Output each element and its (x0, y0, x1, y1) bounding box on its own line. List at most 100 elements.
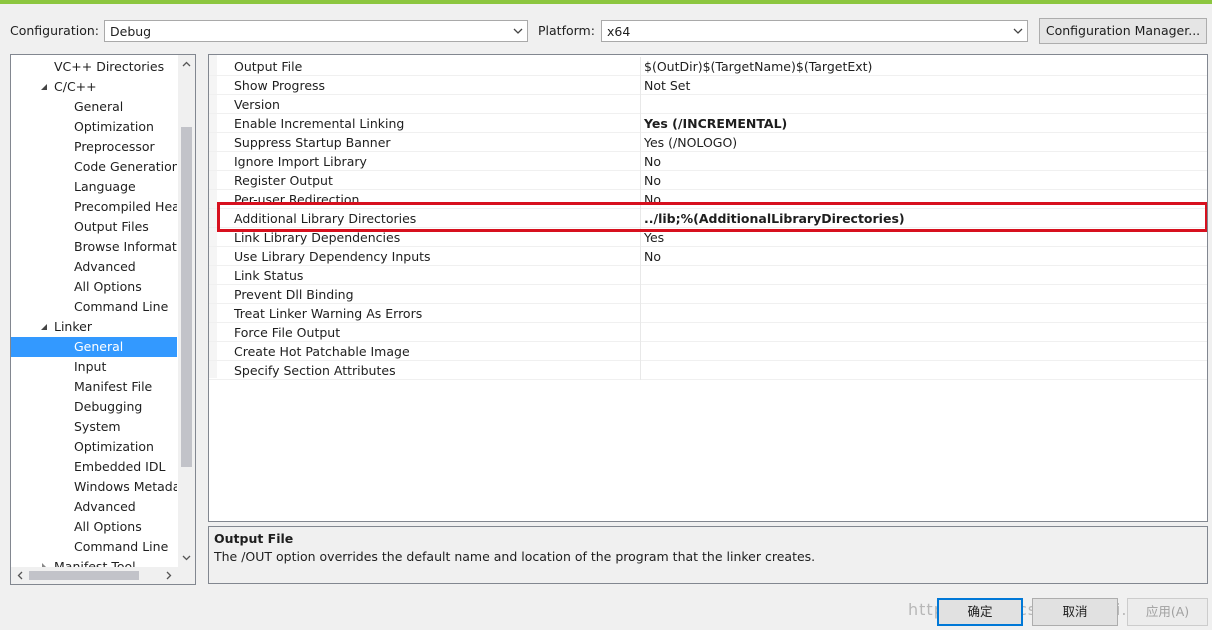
tree-item-label: Manifest File (74, 379, 153, 394)
property-value[interactable]: No (644, 247, 661, 266)
tree-item[interactable]: Code Generation (11, 157, 177, 177)
expanded-triangle-icon[interactable] (39, 82, 49, 92)
scroll-left-icon[interactable] (15, 570, 26, 581)
property-name: Prevent Dll Binding (234, 287, 354, 302)
cancel-button[interactable]: 取消 (1032, 598, 1118, 626)
platform-value: x64 (607, 24, 631, 39)
property-row[interactable]: Create Hot Patchable Image (209, 342, 1207, 361)
tree-item-label: Advanced (74, 259, 136, 274)
tree-item[interactable]: All Options (11, 517, 177, 537)
column-divider (640, 152, 641, 171)
scroll-thumb[interactable] (29, 571, 139, 580)
property-row[interactable]: Ignore Import Library No (209, 152, 1207, 171)
property-row[interactable]: Use Library Dependency Inputs No (209, 247, 1207, 266)
tree-item[interactable]: General (11, 337, 177, 357)
property-row[interactable]: Show Progress Not Set (209, 76, 1207, 95)
scroll-thumb[interactable] (181, 127, 192, 467)
tree-horizontal-scrollbar[interactable] (11, 567, 195, 584)
tree-item-label: VC++ Directories (54, 59, 165, 74)
tree-item[interactable]: General (11, 97, 177, 117)
property-row[interactable]: Suppress Startup Banner Yes (/NOLOGO) (209, 133, 1207, 152)
column-divider (640, 57, 641, 76)
property-name: Link Status (234, 268, 304, 283)
tree-vertical-scrollbar[interactable] (178, 55, 195, 567)
tree-items: VC++ Directories C/C++ General Optimization… (11, 55, 177, 567)
property-row[interactable]: Link Status (209, 266, 1207, 285)
column-divider (640, 266, 641, 285)
property-row[interactable]: Force File Output (209, 323, 1207, 342)
property-value[interactable]: No (644, 152, 661, 171)
expanded-triangle-icon[interactable] (39, 322, 49, 332)
property-value[interactable]: $(OutDir)$(TargetName)$(TargetExt) (644, 57, 872, 76)
property-name: Create Hot Patchable Image (234, 344, 410, 359)
tree-item[interactable]: VC++ Directories (11, 57, 177, 77)
column-divider (640, 323, 641, 342)
tree-item[interactable]: Command Line (11, 537, 177, 557)
tree-item[interactable]: Precompiled Headers (11, 197, 177, 217)
tree-item[interactable]: Embedded IDL (11, 457, 177, 477)
tree-item-label: Windows Metadata (74, 479, 177, 494)
column-divider (640, 133, 641, 152)
property-description-panel: Output File The /OUT option overrides th… (208, 526, 1208, 584)
property-row[interactable]: Output File $(OutDir)$(TargetName)$(Targe… (209, 57, 1207, 76)
tree-item[interactable]: Manifest Tool (11, 557, 177, 567)
property-value[interactable]: No (644, 171, 661, 190)
column-divider (640, 95, 641, 114)
property-row[interactable]: Enable Incremental Linking Yes (/INCREMEN… (209, 114, 1207, 133)
property-row[interactable]: Register Output No (209, 171, 1207, 190)
property-tree[interactable]: VC++ Directories C/C++ General Optimization… (10, 54, 196, 585)
tree-item[interactable]: All Options (11, 277, 177, 297)
tree-item[interactable]: Language (11, 177, 177, 197)
tree-item-label: Browse Information (74, 239, 177, 254)
column-divider (640, 171, 641, 190)
ok-button[interactable]: 确定 (937, 598, 1023, 626)
column-divider (640, 76, 641, 95)
tree-item[interactable]: Input (11, 357, 177, 377)
column-divider (640, 342, 641, 361)
tree-item[interactable]: Debugging (11, 397, 177, 417)
tree-item[interactable]: Preprocessor (11, 137, 177, 157)
property-grid[interactable]: Output File $(OutDir)$(TargetName)$(Targe… (208, 54, 1208, 522)
property-name: Force File Output (234, 325, 341, 340)
property-row[interactable]: Version (209, 95, 1207, 114)
tree-item-label: System (74, 419, 121, 434)
tree-item[interactable]: C/C++ (11, 77, 177, 97)
tree-item-label: All Options (74, 279, 142, 294)
configuration-dropdown[interactable]: Debug (104, 20, 528, 42)
tree-item[interactable]: Windows Metadata (11, 477, 177, 497)
property-row[interactable]: Prevent Dll Binding (209, 285, 1207, 304)
tree-item[interactable]: Linker (11, 317, 177, 337)
tree-item[interactable]: Command Line (11, 297, 177, 317)
tree-item-label: All Options (74, 519, 142, 534)
tree-item-label: General (74, 99, 124, 114)
tree-item[interactable]: Optimization (11, 437, 177, 457)
scroll-down-icon[interactable] (181, 552, 192, 563)
scroll-right-icon[interactable] (163, 570, 174, 581)
column-divider (640, 361, 641, 380)
tree-item-label: Debugging (74, 399, 143, 414)
scroll-up-icon[interactable] (181, 59, 192, 70)
configuration-value: Debug (110, 24, 152, 39)
property-value[interactable]: Yes (/INCREMENTAL) (644, 114, 787, 133)
property-name: Use Library Dependency Inputs (234, 249, 431, 264)
configuration-manager-button[interactable]: Configuration Manager... (1039, 18, 1207, 44)
property-value[interactable]: Yes (/NOLOGO) (644, 133, 737, 152)
apply-button[interactable]: 应用(A) (1127, 598, 1208, 626)
tree-item[interactable]: Browse Information (11, 237, 177, 257)
platform-dropdown[interactable]: x64 (601, 20, 1028, 42)
property-name: Treat Linker Warning As Errors (234, 306, 423, 321)
tree-item-label: Manifest Tool (54, 559, 136, 567)
property-row[interactable]: Specify Section Attributes (209, 361, 1207, 380)
chevron-down-icon (513, 28, 523, 34)
property-value[interactable]: Not Set (644, 76, 690, 95)
tree-item-label: Command Line (74, 299, 169, 314)
tree-item[interactable]: System (11, 417, 177, 437)
tree-item[interactable]: Advanced (11, 257, 177, 277)
tree-item[interactable]: Manifest File (11, 377, 177, 397)
property-row[interactable]: Treat Linker Warning As Errors (209, 304, 1207, 323)
tree-item[interactable]: Optimization (11, 117, 177, 137)
chevron-down-icon (1013, 28, 1023, 34)
tree-item-label: Preprocessor (74, 139, 155, 154)
tree-item[interactable]: Output Files (11, 217, 177, 237)
tree-item[interactable]: Advanced (11, 497, 177, 517)
